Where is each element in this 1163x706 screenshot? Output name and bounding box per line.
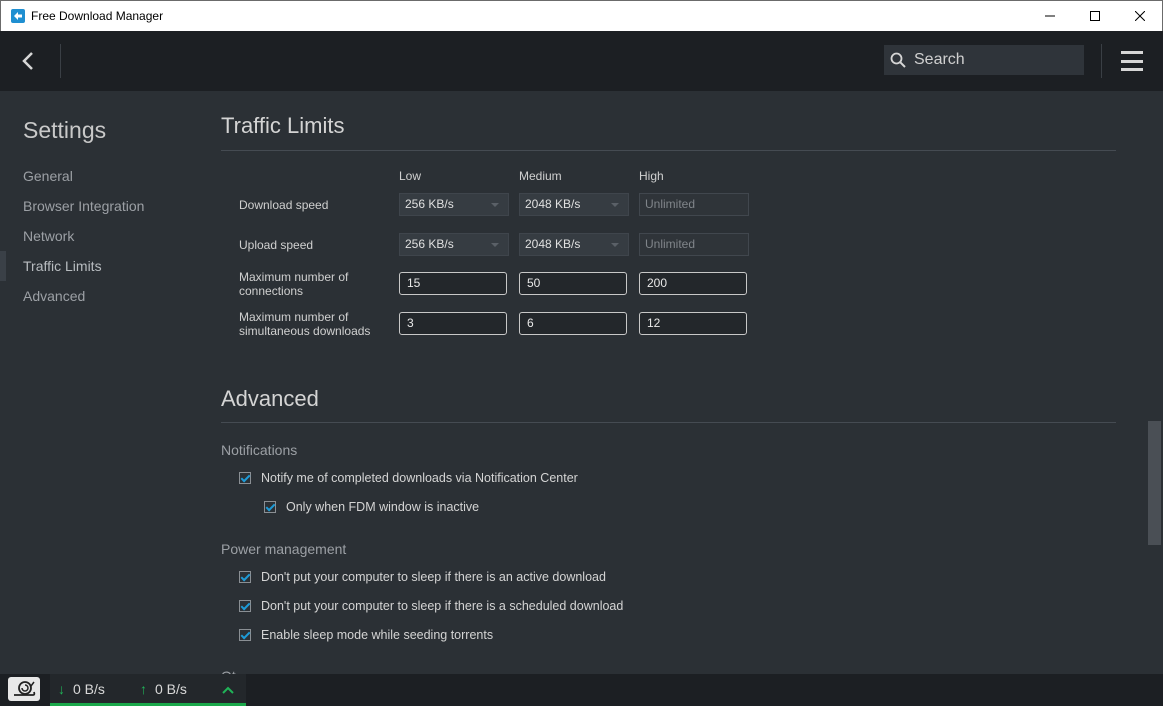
download-speed-medium-select[interactable]: 2048 KB/s (519, 193, 629, 216)
label-line: simultaneous downloads (239, 324, 371, 338)
sidebar-title: Settings (23, 117, 107, 143)
menu-bar-line (1121, 51, 1143, 54)
back-button[interactable] (14, 47, 42, 75)
vertical-scrollbar[interactable] (1147, 91, 1161, 674)
no-sleep-scheduled-checkbox[interactable]: Don't put your computer to sleep if ther… (239, 599, 623, 613)
chevron-left-icon (22, 52, 33, 70)
scrollbar-thumb[interactable] (1148, 421, 1161, 545)
select-value: 256 KB/s (405, 197, 454, 211)
chevron-down-icon (491, 203, 499, 207)
max-downloads-label: Maximum number of simultaneous downloads (239, 310, 370, 338)
menu-bar-line (1121, 68, 1143, 71)
upload-speed-value: 0 B/s (155, 681, 187, 697)
checkbox-label: Don't put your computer to sleep if ther… (261, 599, 624, 613)
snail-icon (14, 681, 36, 696)
section-divider (221, 150, 1116, 151)
status-bar: ↓ 0 B/s ↑ 0 B/s (0, 674, 1163, 706)
column-header-low: Low (399, 169, 422, 183)
settings-content: Settings General Browser Integration Net… (0, 91, 1163, 674)
select-value: 256 KB/s (405, 237, 454, 251)
checkbox-label: Don't put your computer to sleep if ther… (261, 570, 606, 584)
menu-bar-line (1121, 59, 1143, 63)
arrow-down-icon: ↓ (58, 681, 65, 697)
nav-item-network[interactable]: Network (0, 221, 200, 251)
maximize-button[interactable] (1072, 1, 1118, 31)
select-value: Unlimited (645, 237, 696, 251)
select-value: 2048 KB/s (525, 237, 581, 251)
download-speed-label: Download speed (239, 198, 329, 212)
search-input[interactable] (914, 51, 1074, 69)
checkbox-checked-icon (239, 600, 251, 612)
chevron-down-icon (611, 203, 619, 207)
section-divider (221, 422, 1116, 423)
close-icon (1135, 11, 1145, 21)
select-value: Unlimited (645, 197, 696, 211)
toolbar-divider (1101, 44, 1102, 78)
chevron-up-icon (222, 686, 234, 694)
label-line: Maximum number of (239, 270, 349, 284)
maximize-icon (1090, 11, 1100, 21)
toolbar (0, 31, 1163, 91)
notify-completed-checkbox[interactable]: Notify me of completed downloads via Not… (239, 471, 578, 485)
upload-speed-low-select[interactable]: 256 KB/s (399, 233, 509, 256)
checkbox-checked-icon (264, 501, 276, 513)
max-connections-label: Maximum number of connections (239, 270, 348, 298)
nav-item-advanced[interactable]: Advanced (0, 281, 200, 311)
label-line: Maximum number of (239, 310, 349, 324)
nav-item-browser-integration[interactable]: Browser Integration (0, 191, 200, 221)
checkbox-label: Enable sleep mode while seeding torrents (261, 628, 494, 642)
expand-speed-panel-button[interactable] (222, 682, 234, 700)
power-management-group-label: Power management (221, 541, 347, 557)
max-connections-medium-input[interactable]: 50 (519, 272, 627, 295)
traffic-limits-heading: Traffic Limits (221, 113, 345, 138)
download-speed-low-select[interactable]: 256 KB/s (399, 193, 509, 216)
upload-speed-indicator: ↑ 0 B/s (140, 681, 187, 697)
checkbox-label: Notify me of completed downloads via Not… (261, 471, 578, 485)
arrow-up-icon: ↑ (140, 681, 147, 697)
hamburger-menu-button[interactable] (1117, 48, 1147, 74)
checkbox-checked-icon (239, 629, 251, 641)
search-box[interactable] (884, 45, 1084, 75)
toolbar-divider (60, 44, 61, 78)
column-header-medium: Medium (519, 169, 562, 183)
checkbox-checked-icon (239, 571, 251, 583)
search-icon (890, 52, 906, 68)
app-logo-icon (11, 9, 25, 23)
sleep-seeding-checkbox[interactable]: Enable sleep mode while seeding torrents (239, 628, 493, 642)
label-line: connections (239, 284, 304, 298)
speed-panel[interactable]: ↓ 0 B/s ↑ 0 B/s (50, 674, 246, 706)
column-header-high: High (639, 169, 664, 183)
chevron-down-icon (611, 243, 619, 247)
max-downloads-low-input[interactable]: 3 (399, 312, 507, 335)
download-speed-high-select: Unlimited (639, 193, 749, 216)
nav-item-traffic-limits[interactable]: Traffic Limits (0, 251, 200, 281)
max-connections-high-input[interactable]: 200 (639, 272, 747, 295)
no-sleep-active-checkbox[interactable]: Don't put your computer to sleep if ther… (239, 570, 606, 584)
download-speed-indicator: ↓ 0 B/s (58, 681, 105, 697)
chevron-down-icon (491, 243, 499, 247)
max-downloads-high-input[interactable]: 12 (639, 312, 747, 335)
advanced-heading: Advanced (221, 386, 319, 411)
nav-item-general[interactable]: General (0, 161, 200, 191)
max-downloads-medium-input[interactable]: 6 (519, 312, 627, 335)
close-button[interactable] (1117, 1, 1163, 31)
download-speed-value: 0 B/s (73, 681, 105, 697)
checkbox-label: Only when FDM window is inactive (286, 500, 480, 514)
only-inactive-checkbox[interactable]: Only when FDM window is inactive (264, 500, 479, 514)
minimize-button[interactable] (1027, 1, 1073, 31)
notifications-group-label: Notifications (221, 442, 298, 458)
window-title: Free Download Manager (31, 9, 164, 23)
upload-speed-label: Upload speed (239, 238, 314, 252)
settings-main: Traffic Limits Low Medium High Download … (221, 91, 1116, 674)
settings-nav: General Browser Integration Network Traf… (0, 161, 200, 311)
max-connections-low-input[interactable]: 15 (399, 272, 507, 295)
speed-mode-button[interactable] (8, 677, 40, 701)
select-value: 2048 KB/s (525, 197, 581, 211)
minimize-icon (1045, 15, 1055, 17)
title-bar: Free Download Manager (0, 0, 1163, 31)
upload-speed-medium-select[interactable]: 2048 KB/s (519, 233, 629, 256)
upload-speed-high-select: Unlimited (639, 233, 749, 256)
checkbox-checked-icon (239, 472, 251, 484)
